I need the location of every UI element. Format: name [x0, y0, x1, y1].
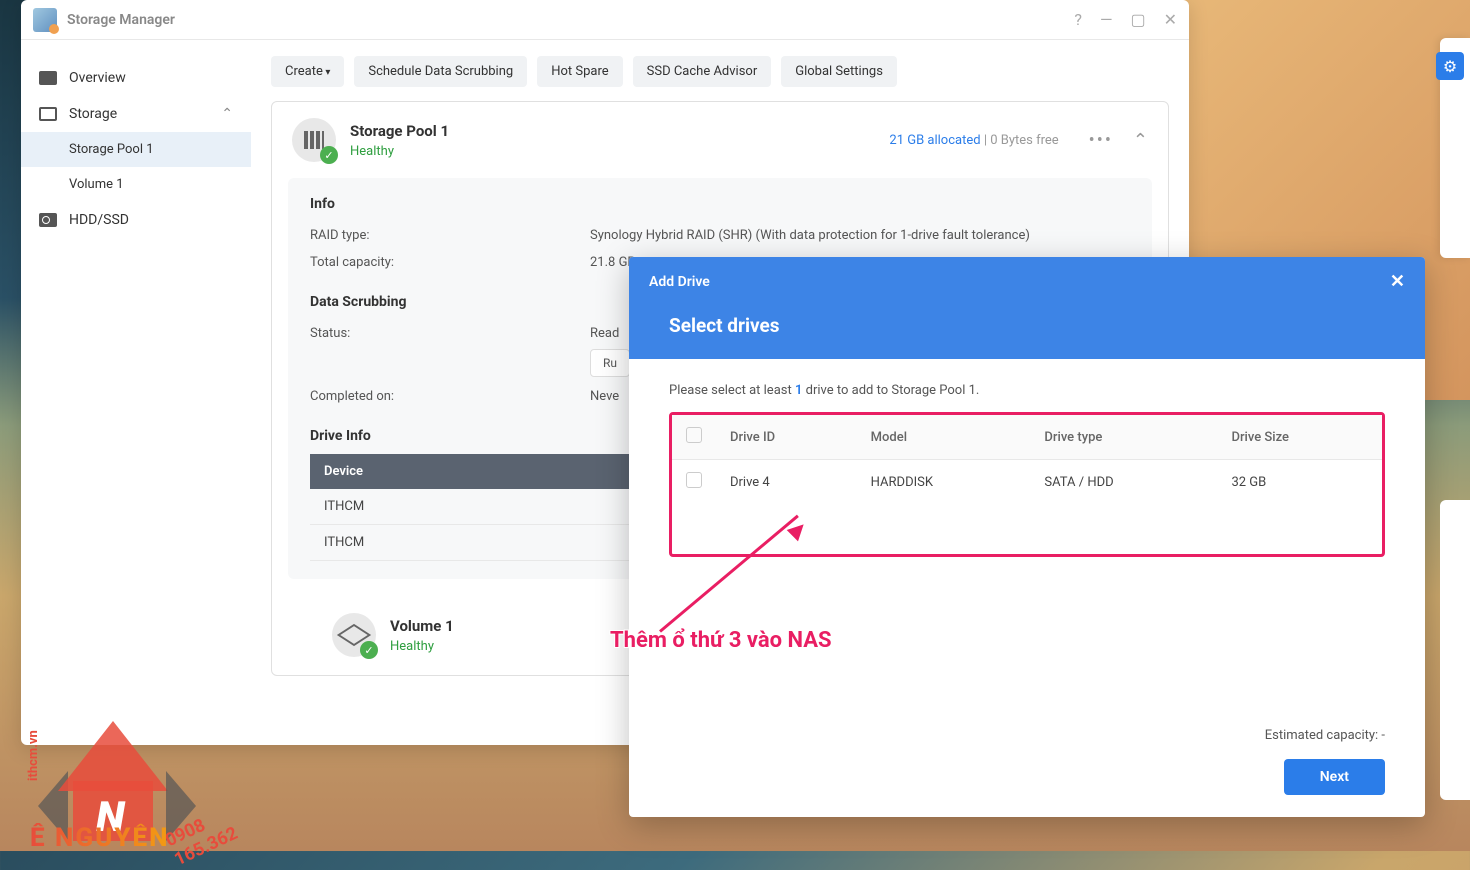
window-title: Storage Manager — [67, 12, 1074, 28]
minimize-icon[interactable]: — — [1100, 10, 1113, 29]
sidebar-item-hddssd[interactable]: HDD/SSD — [21, 202, 251, 238]
raid-value: Synology Hybrid RAID (SHR) (With data pr… — [590, 228, 1130, 243]
col-checkbox — [672, 415, 716, 460]
dialog-subtitle: Select drives — [629, 306, 1425, 359]
sidebar-item-overview[interactable]: Overview — [21, 60, 251, 96]
cell-device: ITHCM — [310, 489, 619, 525]
col-device: Device — [310, 454, 619, 489]
drive-select-highlight: Drive ID Model Drive type Drive Size Dri… — [669, 412, 1385, 557]
cell-type: SATA / HDD — [1030, 460, 1217, 505]
volume-icon: ✓ — [332, 613, 376, 657]
dialog-body: Please select at least 1 drive to add to… — [629, 359, 1425, 728]
dialog-close-icon[interactable]: ✕ — [1390, 271, 1405, 292]
titlebar: Storage Manager ? — ▢ ✕ — [21, 0, 1189, 40]
app-icon — [33, 8, 57, 32]
cell-model: HARDDISK — [857, 460, 1031, 505]
pool-name: Storage Pool 1 — [350, 122, 449, 140]
info-row-raid: RAID type: Synology Hybrid RAID (SHR) (W… — [310, 222, 1130, 249]
sidebar-item-volume1[interactable]: Volume 1 — [21, 167, 251, 202]
help-icon[interactable]: ? — [1074, 10, 1082, 29]
pool-header: ✓ Storage Pool 1 Healthy 21 GB allocated… — [272, 102, 1168, 178]
ssd-cache-button[interactable]: SSD Cache Advisor — [633, 56, 772, 87]
storage-icon — [39, 107, 57, 121]
info-title: Info — [310, 196, 1130, 212]
next-button[interactable]: Next — [1284, 759, 1385, 795]
toolbar: Create Schedule Data Scrubbing Hot Spare… — [271, 56, 1169, 87]
close-icon[interactable]: ✕ — [1164, 10, 1177, 29]
cell-size: 32 GB — [1217, 460, 1382, 505]
gear-icon[interactable]: ⚙ — [1436, 52, 1464, 80]
sidebar-label: Overview — [69, 70, 126, 86]
collapse-icon[interactable]: ⌃ — [1133, 130, 1148, 151]
sidebar-item-pool1[interactable]: Storage Pool 1 — [21, 132, 251, 167]
col-model: Model — [857, 415, 1031, 460]
free-text: 0 Bytes free — [990, 133, 1058, 148]
cell-drive-id: Drive 4 — [716, 460, 857, 505]
dialog-title: Add Drive — [649, 274, 710, 290]
capacity-label: Total capacity: — [310, 255, 590, 270]
drive-row[interactable]: Drive 4 HARDDISK SATA / HDD 32 GB — [672, 460, 1382, 505]
create-button[interactable]: Create — [271, 56, 344, 87]
pool-meta: 21 GB allocated | 0 Bytes free — [889, 133, 1058, 148]
more-icon[interactable]: ••• — [1089, 130, 1113, 151]
completed-label: Completed on: — [310, 389, 590, 404]
run-now-button[interactable]: Ru — [590, 349, 630, 377]
raid-bars-icon — [304, 131, 324, 149]
col-drive-id: Drive ID — [716, 415, 857, 460]
col-type: Drive type — [1030, 415, 1217, 460]
raid-label: RAID type: — [310, 228, 590, 243]
cell-device: ITHCM — [310, 525, 619, 561]
allocated-text: 21 GB allocated — [889, 133, 980, 148]
sidebar: Overview Storage ⌃ Storage Pool 1 Volume… — [21, 40, 251, 745]
maximize-icon[interactable]: ▢ — [1130, 10, 1145, 29]
pool-icon: ✓ — [292, 118, 336, 162]
sidebar-label: Storage — [69, 106, 117, 122]
global-settings-button[interactable]: Global Settings — [781, 56, 897, 87]
schedule-scrubbing-button[interactable]: Schedule Data Scrubbing — [354, 56, 527, 87]
sidebar-label: Storage Pool 1 — [69, 142, 154, 157]
window-controls: ? — ▢ ✕ — [1074, 10, 1177, 29]
chevron-up-icon: ⌃ — [221, 106, 233, 122]
estimated-capacity: Estimated capacity: - — [1265, 728, 1385, 743]
overview-icon — [39, 71, 57, 85]
check-icon: ✓ — [360, 641, 378, 659]
volume-name: Volume 1 — [390, 617, 454, 635]
hdd-icon — [39, 213, 57, 227]
select-all-checkbox[interactable] — [686, 427, 702, 443]
check-icon: ✓ — [320, 146, 338, 164]
right-widgets-panel — [1440, 500, 1470, 800]
status-label: Status: — [310, 326, 590, 377]
row-checkbox[interactable] — [686, 472, 702, 488]
dialog-instruction: Please select at least 1 drive to add to… — [669, 383, 1385, 398]
add-drive-dialog: Add Drive ✕ Select drives Please select … — [629, 257, 1425, 817]
volume-status: Healthy — [390, 639, 454, 654]
pool-status: Healthy — [350, 144, 449, 159]
dialog-footer: Estimated capacity: - Next — [629, 728, 1425, 817]
sidebar-label: Volume 1 — [69, 177, 124, 192]
drive-select-table: Drive ID Model Drive type Drive Size Dri… — [672, 415, 1382, 554]
hot-spare-button[interactable]: Hot Spare — [537, 56, 622, 87]
pool-title-block: Storage Pool 1 Healthy — [350, 122, 449, 159]
pool-actions: ••• ⌃ — [1089, 130, 1148, 151]
volume-title-block: Volume 1 Healthy — [390, 617, 454, 654]
sidebar-label: HDD/SSD — [69, 212, 129, 228]
col-size: Drive Size — [1217, 415, 1382, 460]
dialog-header: Add Drive ✕ — [629, 257, 1425, 306]
sidebar-item-storage[interactable]: Storage ⌃ — [21, 96, 251, 132]
